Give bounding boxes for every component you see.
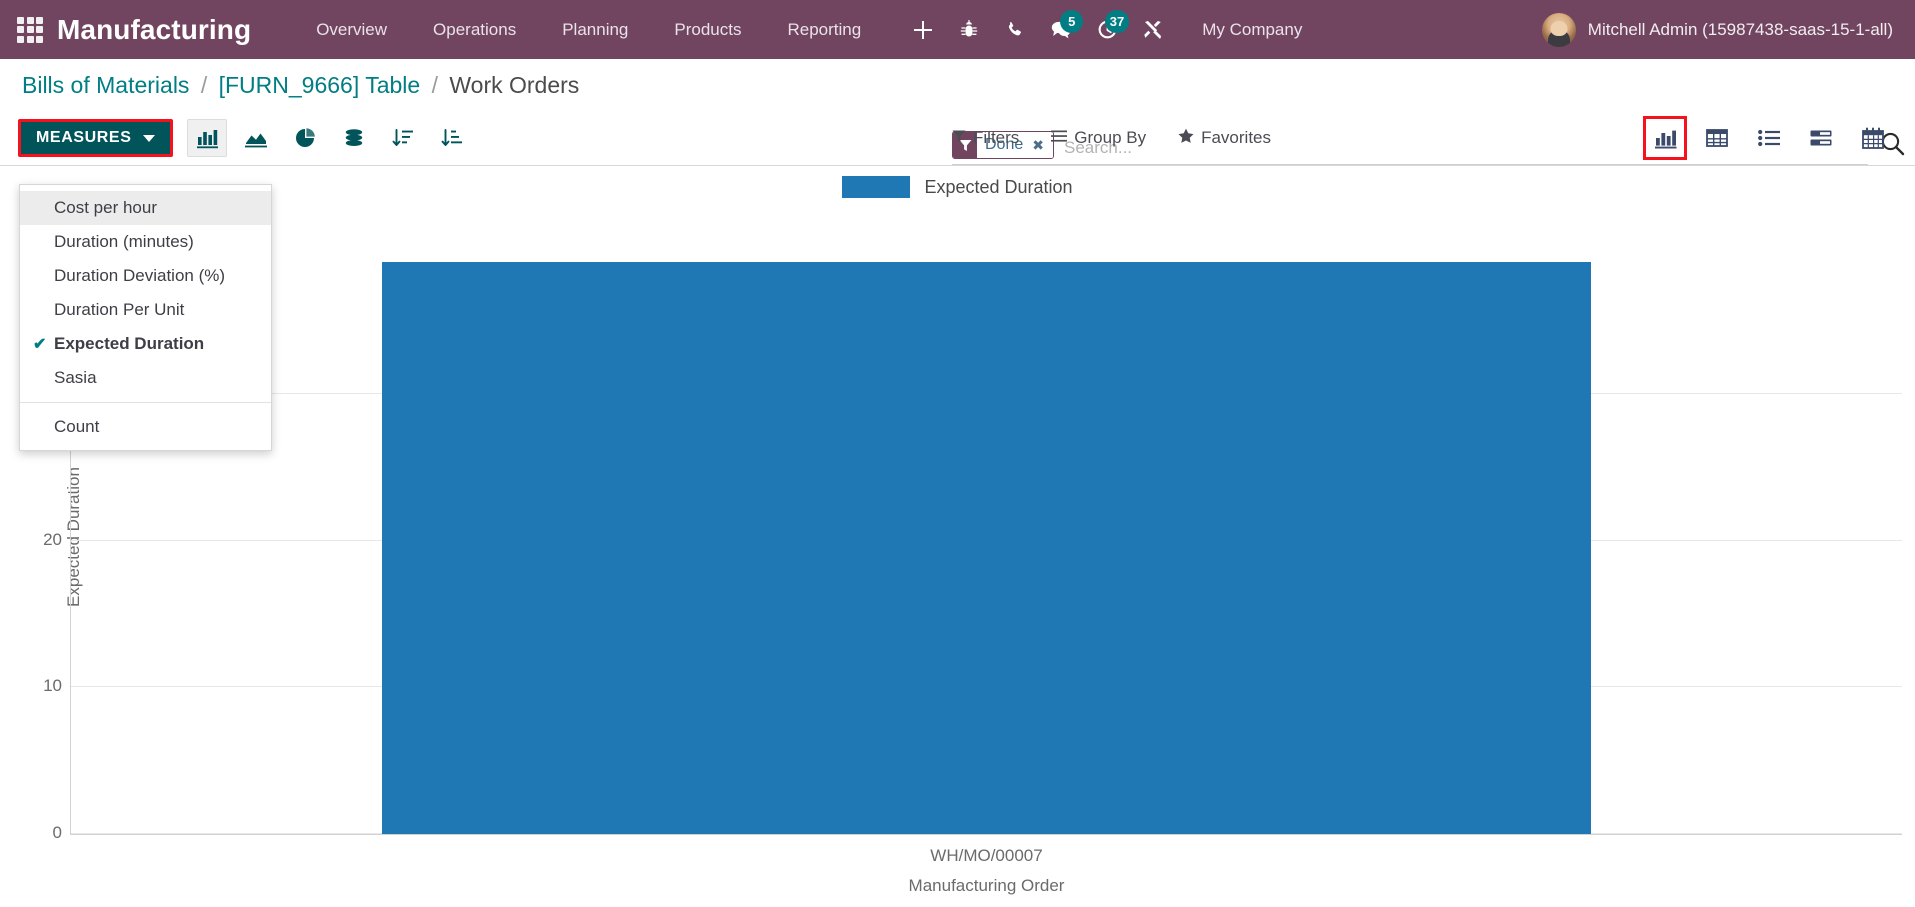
navbar-systray: 5 37 <box>900 7 1176 53</box>
nav-item-products[interactable]: Products <box>651 0 764 59</box>
menu-divider <box>20 402 271 403</box>
top-navbar: Manufacturing Overview Operations Planni… <box>0 0 1915 59</box>
nav-item-planning[interactable]: Planning <box>539 0 651 59</box>
measure-item-sasia[interactable]: Sasia <box>20 361 271 395</box>
pie-chart-icon[interactable] <box>285 119 325 157</box>
bar-chart-icon[interactable] <box>187 119 228 157</box>
sort-descending-icon[interactable] <box>383 119 423 157</box>
tools-wrench-icon[interactable] <box>1130 7 1176 53</box>
sort-ascending-icon[interactable] <box>432 119 472 157</box>
control-panel-bottom: MEASURES Filters Group By Favorites <box>0 111 1915 165</box>
view-switcher <box>1643 116 1895 160</box>
activities-badge: 37 <box>1104 9 1130 33</box>
activities-clock-icon[interactable]: 37 <box>1084 7 1130 53</box>
graph-view-icon[interactable] <box>1643 116 1687 160</box>
breadcrumb-item-bills-of-materials[interactable]: Bills of Materials <box>22 72 189 98</box>
control-panel-top: Bills of Materials / [FURN_9666] Table /… <box>0 59 1915 111</box>
chevron-down-icon <box>143 134 156 142</box>
x-axis-label: Manufacturing Order <box>908 876 1065 895</box>
measure-item-duration-per-unit[interactable]: Duration Per Unit <box>20 293 271 327</box>
calendar-view-icon[interactable] <box>1851 116 1895 160</box>
phone-icon[interactable] <box>992 7 1038 53</box>
avatar <box>1541 12 1576 47</box>
breadcrumb-separator: / <box>431 71 438 98</box>
x-axis-tick: WH/MO/00007 <box>930 846 1043 865</box>
bars-icon <box>1051 128 1068 148</box>
app-brand-title[interactable]: Manufacturing <box>57 14 251 46</box>
bug-icon[interactable] <box>946 7 992 53</box>
graph-view: Expected Duration Expected Duration Manu… <box>0 166 1915 907</box>
control-panel: Bills of Materials / [FURN_9666] Table /… <box>0 59 1915 166</box>
filter-icon <box>952 128 966 148</box>
y-axis-tick: 20 <box>43 529 62 549</box>
search-options-group: Filters Group By Favorites <box>952 128 1271 148</box>
nav-item-reporting[interactable]: Reporting <box>764 0 884 59</box>
pivot-view-icon[interactable] <box>1695 116 1739 160</box>
messages-icon[interactable]: 5 <box>1038 7 1084 53</box>
measures-button[interactable]: MEASURES <box>18 119 174 157</box>
group-by-dropdown[interactable]: Group By <box>1051 128 1146 148</box>
legend-label-expected-duration: Expected Duration <box>924 176 1073 197</box>
favorites-dropdown[interactable]: Favorites <box>1178 128 1271 148</box>
chart-legend: Expected Duration <box>0 176 1915 198</box>
y-axis-tick: 0 <box>52 823 62 842</box>
stacked-database-icon[interactable] <box>334 119 374 157</box>
company-selector[interactable]: My Company <box>1202 20 1302 40</box>
measures-wrapper: MEASURES <box>18 119 174 157</box>
y-axis-tick: 10 <box>43 676 62 696</box>
plus-icon[interactable] <box>900 7 946 53</box>
measure-item-count[interactable]: Count <box>20 410 271 444</box>
apps-grid-icon[interactable] <box>17 16 43 43</box>
measure-item-expected-duration[interactable]: ✔ Expected Duration <box>20 327 271 361</box>
measure-item-duration-deviation[interactable]: Duration Deviation (%) <box>20 259 271 293</box>
breadcrumb: Bills of Materials / [FURN_9666] Table /… <box>22 72 579 99</box>
nav-item-operations[interactable]: Operations <box>410 0 539 59</box>
messages-badge: 5 <box>1060 9 1084 33</box>
measures-dropdown-menu: Cost per hour Duration (minutes) Duratio… <box>19 184 272 451</box>
breadcrumb-separator: / <box>200 71 208 98</box>
line-chart-icon[interactable] <box>236 119 276 157</box>
check-icon: ✔ <box>33 336 47 353</box>
chart-plot-area: Manufacturing Order 0102030WH/MO/00007 <box>43 247 1902 895</box>
legend-swatch-expected-duration <box>842 176 911 198</box>
list-view-icon[interactable] <box>1747 116 1791 160</box>
star-icon <box>1178 128 1194 148</box>
nav-item-overview[interactable]: Overview <box>293 0 410 59</box>
breadcrumb-item-work-orders: Work Orders <box>449 71 580 98</box>
group-by-label: Group By <box>1074 128 1147 147</box>
filters-label: Filters <box>973 128 1020 147</box>
user-menu[interactable]: Mitchell Admin (15987438-saas-15-1-all) <box>1541 12 1893 47</box>
measure-item-duration-minutes[interactable]: Duration (minutes) <box>20 225 271 259</box>
filters-dropdown[interactable]: Filters <box>952 128 1019 148</box>
measure-item-cost-per-hour[interactable]: Cost per hour <box>20 191 271 225</box>
chart-bar[interactable] <box>382 261 1591 834</box>
favorites-label: Favorites <box>1201 128 1272 147</box>
username-label: Mitchell Admin (15987438-saas-15-1-all) <box>1587 19 1893 39</box>
measures-button-label: MEASURES <box>36 129 132 146</box>
kanban-view-icon[interactable] <box>1799 116 1843 160</box>
breadcrumb-item-table[interactable]: [FURN_9666] Table <box>219 72 421 98</box>
measure-item-expected-duration-label: Expected Duration <box>54 334 205 353</box>
